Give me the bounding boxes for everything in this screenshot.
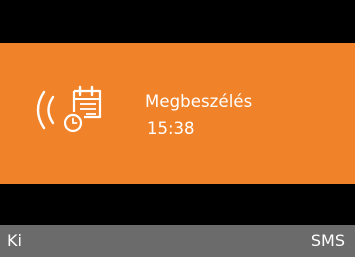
appointment-time: 15:38 xyxy=(147,119,195,138)
phone-display: Megbeszélés 15:38 Ki SMS xyxy=(0,0,355,257)
appointment-title: Megbeszélés xyxy=(145,92,253,111)
softkey-off-button[interactable]: Ki xyxy=(7,229,22,253)
softkey-sms-button[interactable]: SMS xyxy=(311,229,345,253)
softkey-bar: Ki SMS xyxy=(0,225,355,257)
calendar-reminder-icon xyxy=(63,85,102,133)
